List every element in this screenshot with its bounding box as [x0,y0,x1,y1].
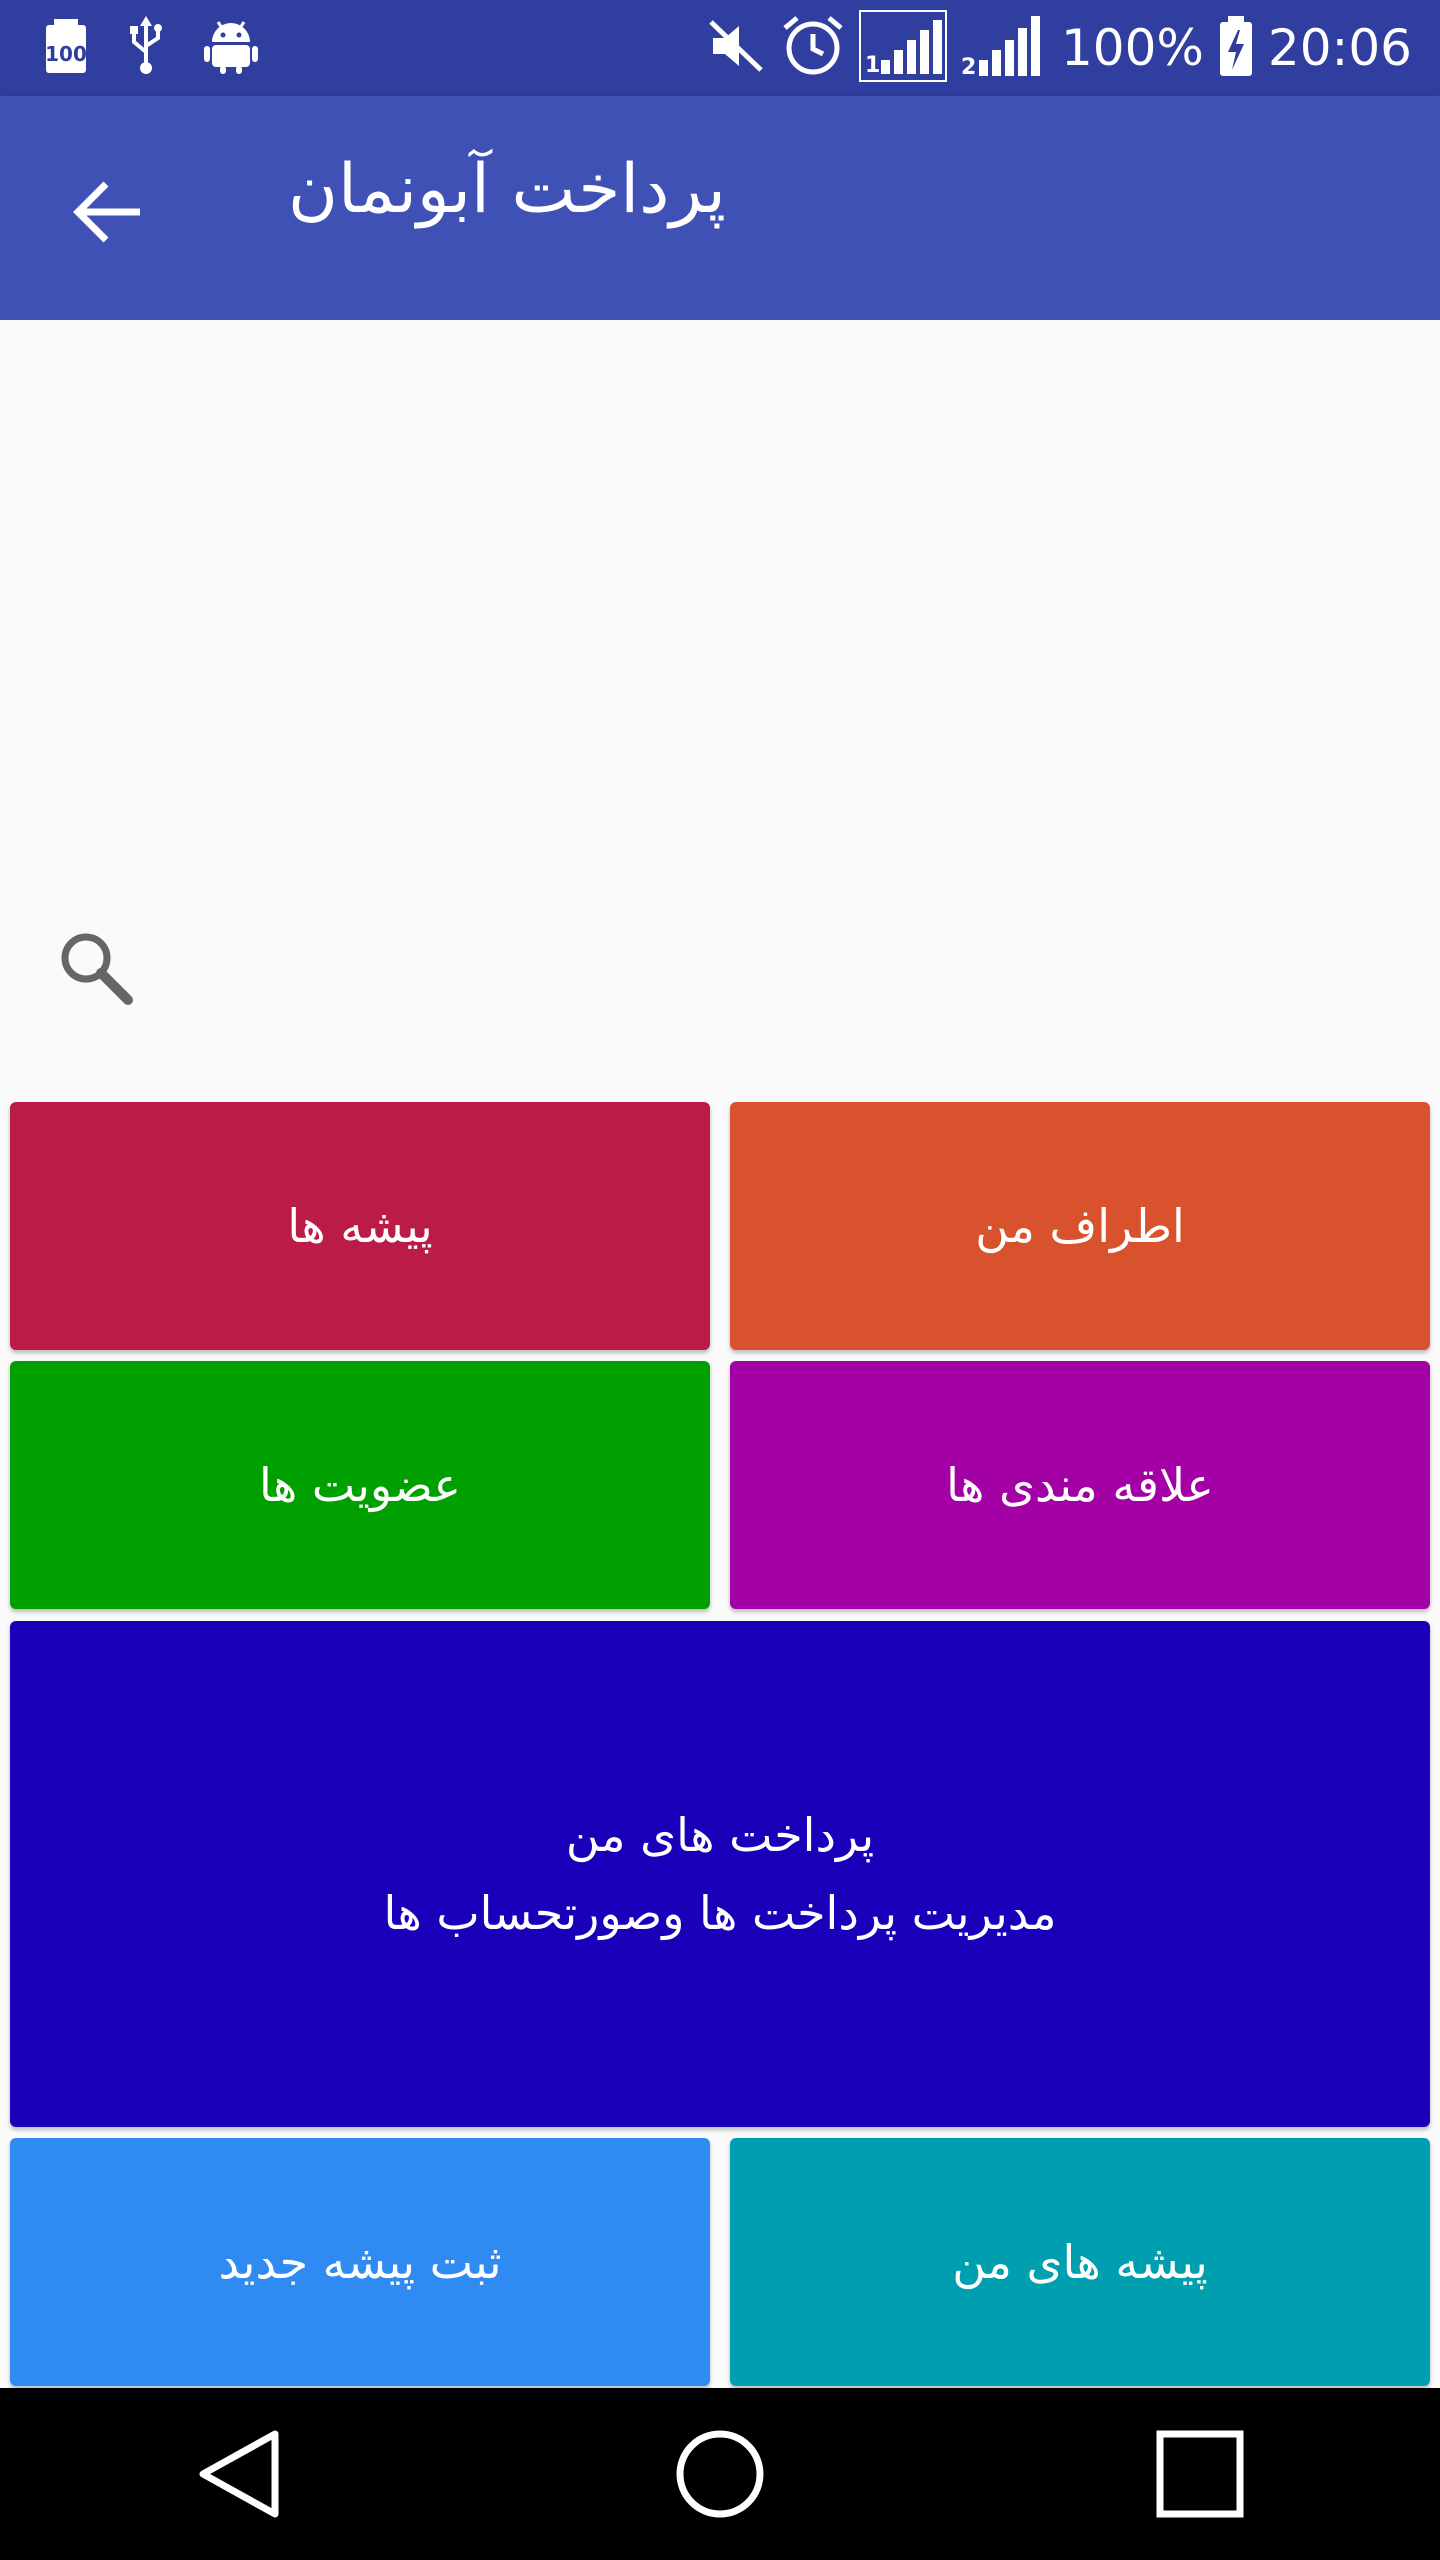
tile-my-payments[interactable]: پرداخت های من مدیریت پرداخت ها وصورتحساب… [10,1621,1430,2127]
tile-my-payments-sublabel: مدیریت پرداخت ها وصورتحساب ها [383,1886,1057,1940]
nav-recents-button[interactable] [1140,2414,1260,2534]
tile-favorites[interactable]: علاقه مندی ها [730,1361,1430,1609]
tile-my-professions[interactable]: پیشه های من [730,2138,1430,2386]
tile-professions-label: پیشه ها [287,1199,433,1253]
status-bar: 100 1 2 100% 20:06 [0,0,1440,96]
tile-new-profession[interactable]: ثبت پیشه جدید [10,2138,710,2386]
nav-home-icon [676,2430,764,2518]
search-button[interactable] [56,928,136,1008]
navigation-bar [0,2388,1440,2560]
nav-back-button[interactable] [180,2414,300,2534]
status-bar-right: 1 2 100% 20:06 [707,0,1412,96]
sim2-signal-icon: 2 [961,14,1047,82]
battery-100-notification-icon: 100 [44,17,88,79]
search-icon [61,933,133,1005]
sim1-signal-icon: 1 [858,10,947,86]
mute-icon [707,18,767,78]
tile-around-me-label: اطراف من [975,1199,1185,1253]
arrow-back-icon [73,181,140,243]
usb-icon [126,16,166,80]
battery-charging-icon [1218,14,1254,82]
android-debug-icon [204,18,258,78]
battery-percent: 100% [1060,19,1204,77]
svg-text:2: 2 [961,55,976,78]
nav-home-button[interactable] [660,2414,780,2534]
tile-around-me[interactable]: اطراف من [730,1102,1430,1350]
tile-my-payments-label: پرداخت های من [565,1808,875,1862]
page-title: پرداخت آبونمان [288,150,726,229]
tile-memberships-label: عضویت ها [259,1458,461,1512]
app-bar: پرداخت آبونمان [0,96,1440,320]
svg-text:100: 100 [45,42,87,66]
tile-my-professions-label: پیشه های من [952,2235,1208,2289]
back-button[interactable] [60,164,156,260]
tile-professions[interactable]: پیشه ها [10,1102,710,1350]
tile-new-profession-label: ثبت پیشه جدید [218,2235,502,2289]
tile-memberships[interactable]: عضویت ها [10,1361,710,1609]
nav-back-icon [199,2430,279,2518]
tile-favorites-label: علاقه مندی ها [946,1458,1214,1512]
status-time: 20:06 [1267,19,1412,77]
nav-recents-icon [1156,2430,1244,2518]
svg-text:1: 1 [865,53,880,78]
status-bar-left: 100 [44,0,258,96]
alarm-icon [781,14,845,82]
